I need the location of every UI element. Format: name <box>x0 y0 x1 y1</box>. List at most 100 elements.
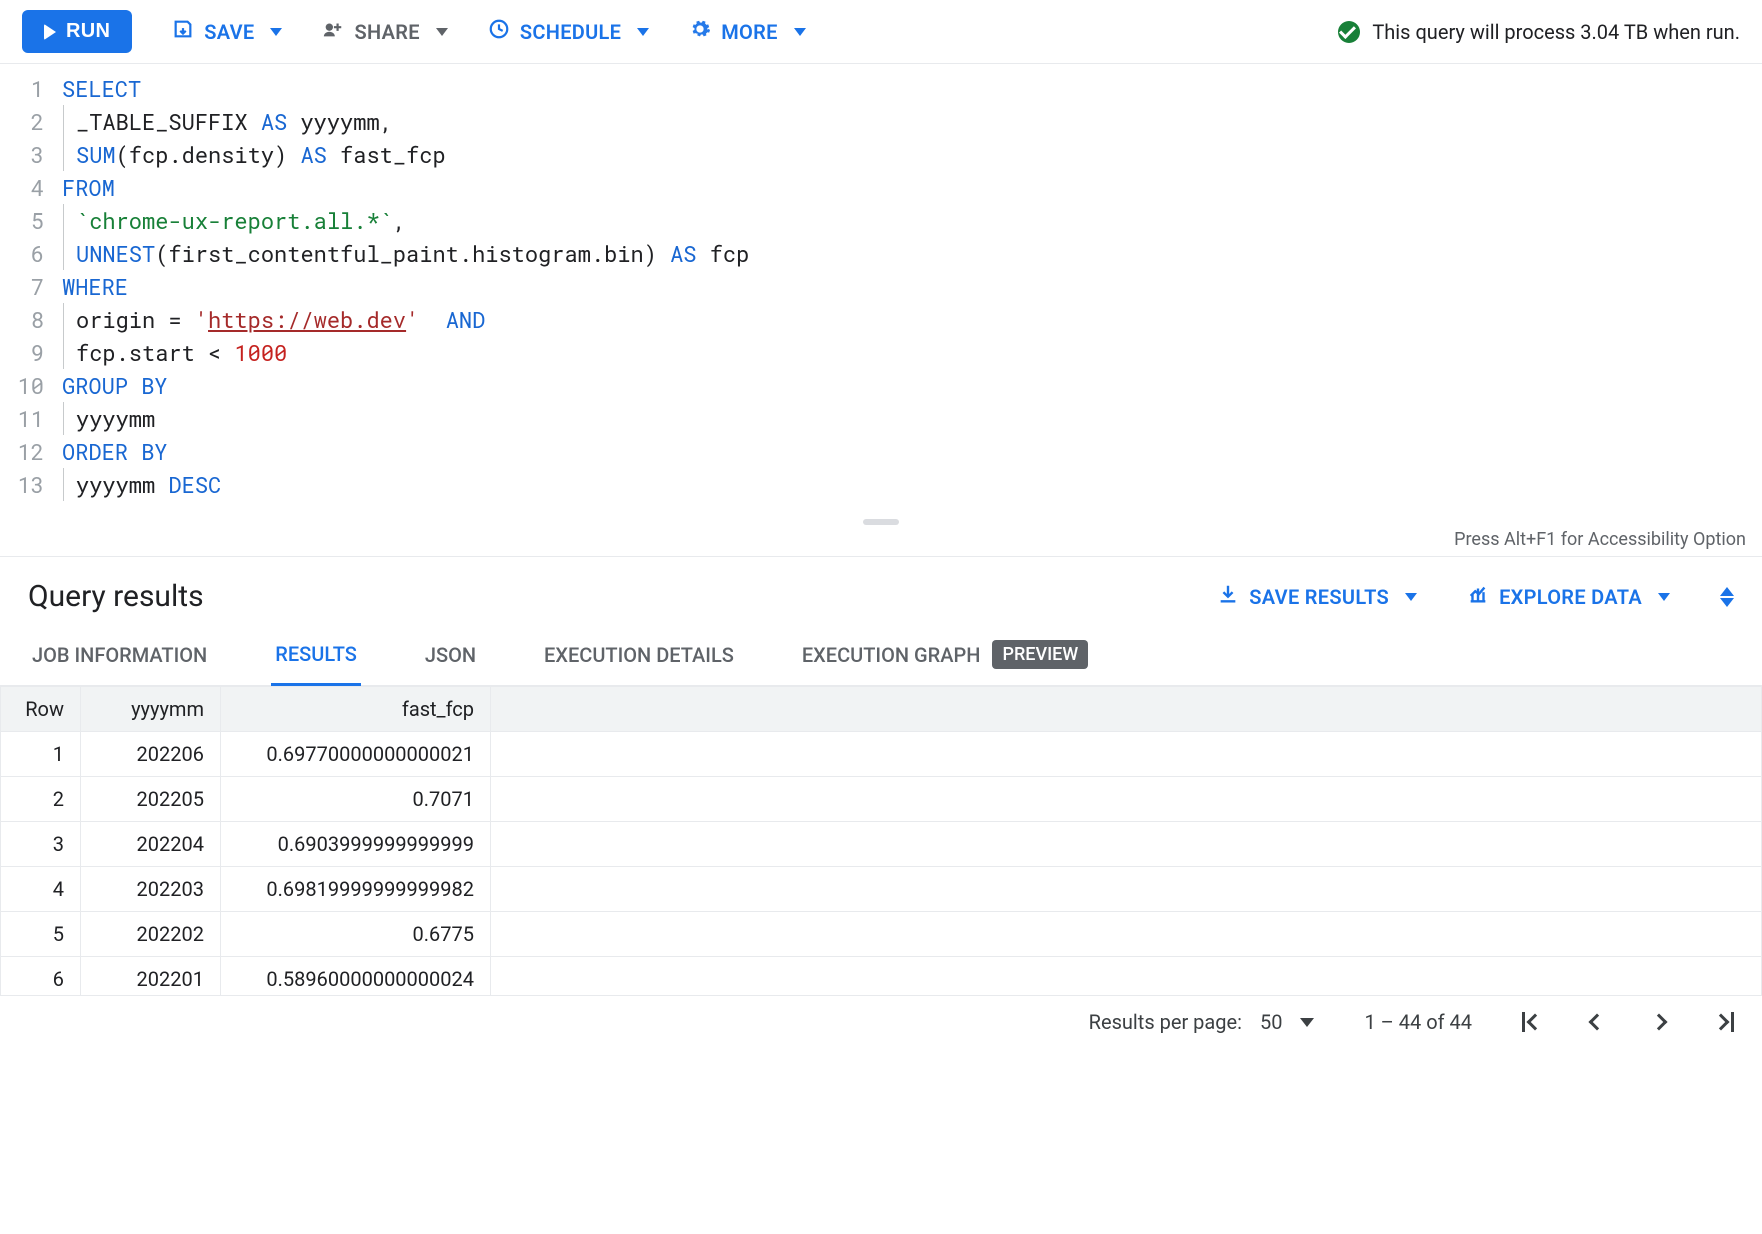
code-line[interactable]: 1SELECT <box>0 72 1762 105</box>
code-line[interactable]: 2_TABLE_SUFFIX AS yyyymm, <box>0 105 1762 138</box>
cell-yyyymm: 202205 <box>81 777 221 822</box>
chevron-down-icon <box>436 28 448 36</box>
schedule-button-label: SCHEDULE <box>520 20 621 44</box>
code-content[interactable]: WHERE <box>62 270 128 303</box>
last-page-button[interactable] <box>1715 1012 1734 1032</box>
share-icon <box>322 18 344 45</box>
code-line[interactable]: 10GROUP BY <box>0 369 1762 402</box>
save-results-button[interactable]: SAVE RESULTS <box>1217 583 1417 610</box>
tab-job-information[interactable]: JOB INFORMATION <box>28 624 211 685</box>
cell-spacer <box>491 957 1762 997</box>
chevron-down-icon <box>1300 1018 1314 1027</box>
code-line[interactable]: 13yyyymm DESC <box>0 468 1762 501</box>
code-line[interactable]: 4FROM <box>0 171 1762 204</box>
code-line[interactable]: 7WHERE <box>0 270 1762 303</box>
code-line[interactable]: 9fcp.start < 1000 <box>0 336 1762 369</box>
chevron-left-icon <box>1527 1014 1544 1031</box>
code-content[interactable]: FROM <box>62 171 115 204</box>
code-content[interactable]: ORDER BY <box>62 435 168 468</box>
code-line[interactable]: 6UNNEST(first_contentful_paint.histogram… <box>0 237 1762 270</box>
preview-badge: PREVIEW <box>992 640 1088 669</box>
cell-spacer <box>491 732 1762 777</box>
table-row[interactable]: 32022040.6903999999999999 <box>1 822 1762 867</box>
code-content[interactable]: fcp.start < 1000 <box>62 336 287 369</box>
code-content[interactable]: `chrome-ux-report.all.*`, <box>62 204 406 237</box>
more-button[interactable]: MORE <box>689 18 805 45</box>
code-content[interactable]: GROUP BY <box>62 369 168 402</box>
next-page-button[interactable] <box>1653 1016 1665 1028</box>
expand-collapse-button[interactable] <box>1720 587 1734 607</box>
line-number: 9 <box>16 336 62 369</box>
cell-yyyymm: 202202 <box>81 912 221 957</box>
sql-editor[interactable]: 1SELECT2_TABLE_SUFFIX AS yyyymm,3SUM(fcp… <box>0 64 1762 509</box>
download-icon <box>1217 583 1239 610</box>
tab-json[interactable]: JSON <box>421 624 480 685</box>
code-content[interactable]: yyyymm <box>62 402 155 435</box>
first-page-button[interactable] <box>1522 1012 1541 1032</box>
results-per-page[interactable]: Results per page: 50 <box>1089 1010 1315 1034</box>
line-number: 3 <box>16 138 62 171</box>
bar-icon <box>1731 1012 1734 1032</box>
schedule-button[interactable]: SCHEDULE <box>488 18 649 45</box>
prev-page-button[interactable] <box>1591 1016 1603 1028</box>
results-tabs: JOB INFORMATION RESULTS JSON EXECUTION D… <box>0 624 1762 686</box>
run-button[interactable]: RUN <box>22 10 132 53</box>
col-row[interactable]: Row <box>1 687 81 732</box>
results-table-container[interactable]: Row yyyymm fast_fcp 12022060.69770000000… <box>0 686 1762 996</box>
code-line[interactable]: 12ORDER BY <box>0 435 1762 468</box>
cell-spacer <box>491 867 1762 912</box>
share-button[interactable]: SHARE <box>322 18 447 45</box>
code-line[interactable]: 3SUM(fcp.density) AS fast_fcp <box>0 138 1762 171</box>
chevron-left-icon <box>1589 1014 1606 1031</box>
pagination: Results per page: 50 1 – 44 of 44 <box>0 996 1762 1048</box>
chevron-down-icon <box>794 28 806 36</box>
code-content[interactable]: UNNEST(first_contentful_paint.histogram.… <box>62 237 749 270</box>
save-button[interactable]: SAVE <box>172 18 282 45</box>
cell-row: 3 <box>1 822 81 867</box>
more-button-label: MORE <box>721 20 777 44</box>
save-icon <box>172 18 194 45</box>
line-number: 1 <box>16 72 62 105</box>
chevron-right-icon <box>1713 1014 1730 1031</box>
tab-execution-details[interactable]: EXECUTION DETAILS <box>540 624 738 685</box>
save-results-label: SAVE RESULTS <box>1249 585 1389 609</box>
table-row[interactable]: 42022030.69819999999999982 <box>1 867 1762 912</box>
code-content[interactable]: SUM(fcp.density) AS fast_fcp <box>62 138 446 171</box>
chevron-down-icon <box>1405 593 1417 601</box>
query-status-text: This query will process 3.04 TB when run… <box>1372 20 1740 44</box>
code-content[interactable]: yyyymm DESC <box>62 468 221 501</box>
code-line[interactable]: 8origin = 'https://web.dev' AND <box>0 303 1762 336</box>
gear-icon <box>689 18 711 45</box>
run-button-label: RUN <box>66 20 110 43</box>
code-line[interactable]: 5`chrome-ux-report.all.*`, <box>0 204 1762 237</box>
tab-results[interactable]: RESULTS <box>271 624 361 686</box>
table-row[interactable]: 12022060.69770000000000021 <box>1 732 1762 777</box>
table-row[interactable]: 52022020.6775 <box>1 912 1762 957</box>
cell-fast-fcp: 0.6775 <box>221 912 491 957</box>
results-title: Query results <box>28 579 204 614</box>
col-fast-fcp[interactable]: fast_fcp <box>221 687 491 732</box>
pagination-range: 1 – 44 of 44 <box>1364 1010 1472 1034</box>
table-row[interactable]: 62022010.58960000000000024 <box>1 957 1762 997</box>
line-number: 6 <box>16 237 62 270</box>
code-line[interactable]: 11yyyymm <box>0 402 1762 435</box>
line-number: 2 <box>16 105 62 138</box>
per-page-label: Results per page: <box>1089 1010 1242 1034</box>
cell-row: 2 <box>1 777 81 822</box>
explore-data-button[interactable]: EXPLORE DATA <box>1467 583 1670 610</box>
line-number: 10 <box>16 369 62 402</box>
cell-row: 4 <box>1 867 81 912</box>
tab-execution-graph[interactable]: EXECUTION GRAPH PREVIEW <box>798 624 1092 685</box>
code-content[interactable]: SELECT <box>62 72 141 105</box>
play-icon <box>44 24 56 40</box>
line-number: 11 <box>16 402 62 435</box>
col-yyyymm[interactable]: yyyymm <box>81 687 221 732</box>
code-content[interactable]: _TABLE_SUFFIX AS yyyymm, <box>62 105 393 138</box>
cell-spacer <box>491 912 1762 957</box>
code-content[interactable]: origin = 'https://web.dev' AND <box>62 303 485 336</box>
table-row[interactable]: 22022050.7071 <box>1 777 1762 822</box>
explore-data-label: EXPLORE DATA <box>1499 585 1642 609</box>
cell-spacer <box>491 777 1762 822</box>
line-number: 12 <box>16 435 62 468</box>
table-header-row: Row yyyymm fast_fcp <box>1 687 1762 732</box>
